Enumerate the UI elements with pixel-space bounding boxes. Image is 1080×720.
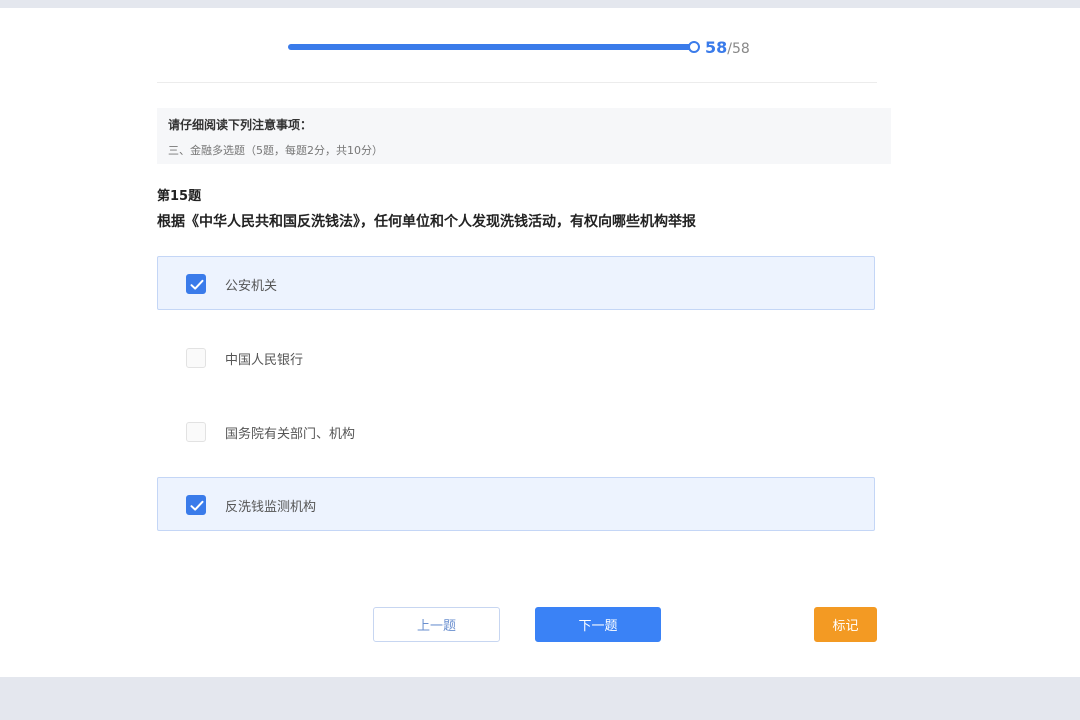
progress-bar: 58/58 xyxy=(288,36,758,60)
option-checkbox[interactable] xyxy=(186,422,206,442)
notice-title: 请仔细阅读下列注意事项： xyxy=(168,118,313,132)
option-checkbox[interactable] xyxy=(186,495,206,515)
option-checkbox[interactable] xyxy=(186,274,206,294)
check-icon xyxy=(190,279,204,290)
option-label: 中国人民银行 xyxy=(225,353,304,368)
progress-fill xyxy=(288,44,694,50)
option-label: 反洗钱监测机构 xyxy=(225,500,317,515)
option-label: 国务院有关部门、机构 xyxy=(225,427,356,442)
progress-current: 58 xyxy=(705,38,728,57)
option-4[interactable]: 反洗钱监测机构 xyxy=(157,477,875,531)
check-icon xyxy=(190,500,204,511)
option-checkbox[interactable] xyxy=(186,348,206,368)
option-1[interactable]: 公安机关 xyxy=(157,256,875,310)
option-label: 公安机关 xyxy=(225,279,278,294)
question-number: 第15题 xyxy=(157,189,202,204)
progress-track xyxy=(288,41,700,53)
mark-button[interactable]: 标记 xyxy=(814,607,877,642)
bottom-strip xyxy=(0,677,1080,720)
question-text: 根据《中华人民共和国反洗钱法》，任何单位和个人发现洗钱活动，有权向哪些机构举报 xyxy=(157,214,696,230)
notice-text: 三、金融多选题（5题，每题2分，共10分） xyxy=(168,144,383,157)
progress-knob xyxy=(688,41,700,53)
notice-box: 请仔细阅读下列注意事项： 三、金融多选题（5题，每题2分，共10分） xyxy=(157,108,891,164)
option-3[interactable]: 国务院有关部门、机构 xyxy=(157,404,875,458)
divider xyxy=(157,82,877,83)
progress-total: 58 xyxy=(731,41,750,57)
option-2[interactable]: 中国人民银行 xyxy=(157,330,875,384)
next-question-button[interactable]: 下一题 xyxy=(535,607,661,642)
progress-count: 58/58 xyxy=(705,37,750,60)
prev-question-button[interactable]: 上一题 xyxy=(373,607,500,642)
top-strip xyxy=(0,0,1080,8)
